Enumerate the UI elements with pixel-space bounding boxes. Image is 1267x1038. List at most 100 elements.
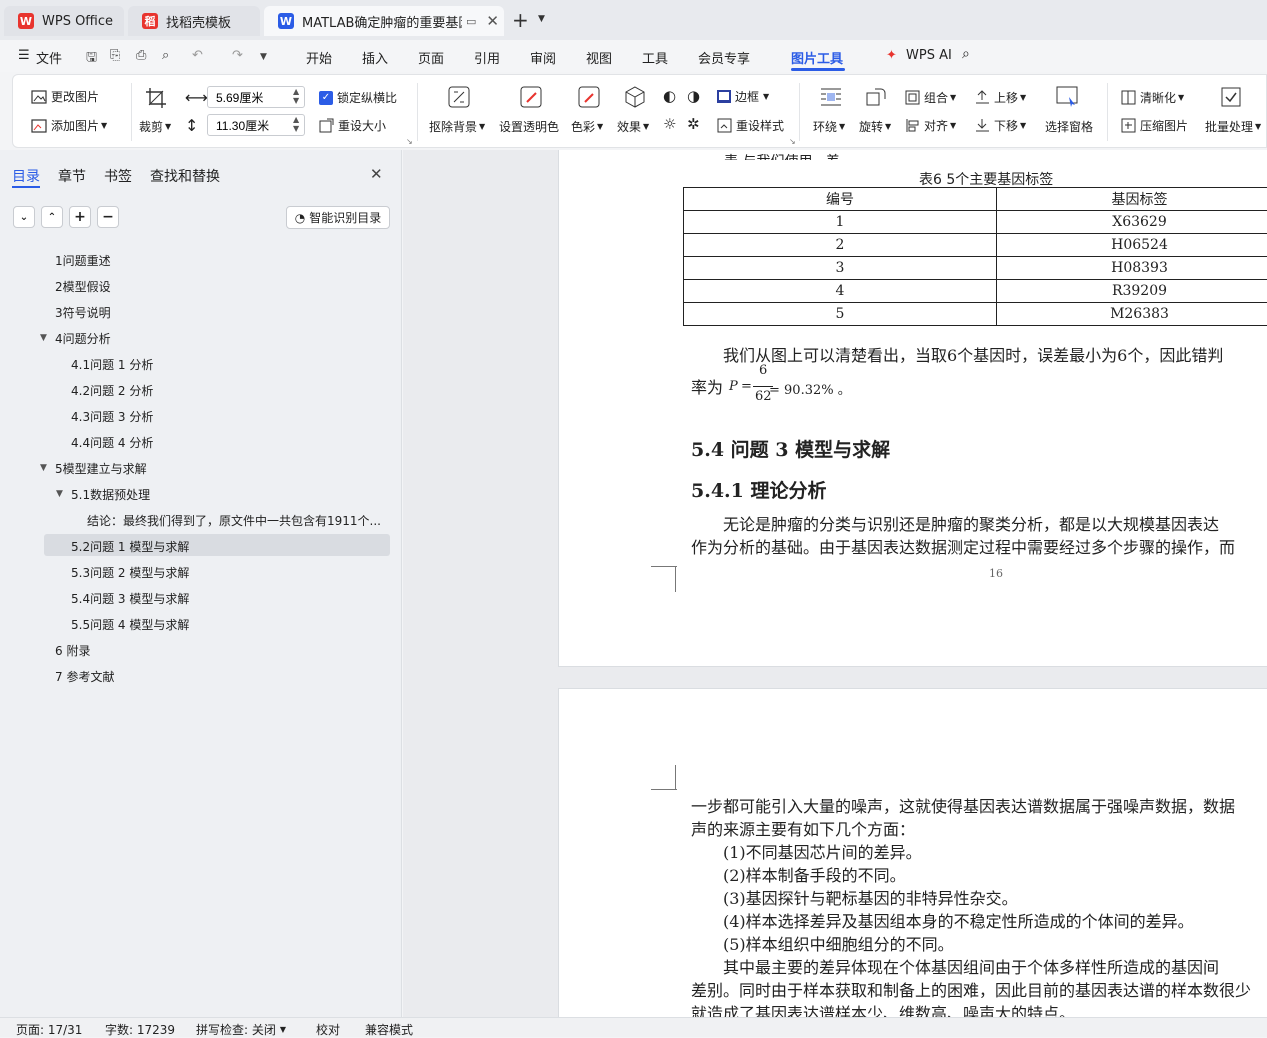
- wps-logo-icon: W: [18, 13, 34, 29]
- toc-item[interactable]: 4.1问题 1 分析: [71, 356, 153, 373]
- toc-item[interactable]: 结论：最终我们得到了，原文件中一共包含有1911个...: [87, 512, 385, 529]
- add-image-button[interactable]: 添加图片▼: [31, 117, 107, 134]
- body-text-line: 一步都可能引入大量的噪声，这就使得基因表达谱数据属于强噪声数据，数据: [691, 793, 1235, 817]
- toc-item[interactable]: 5.5问题 4 模型与求解: [71, 616, 189, 633]
- quick-access-chevron-icon[interactable]: ▼: [260, 52, 267, 62]
- reset-size-button[interactable]: 重设大小: [319, 117, 386, 134]
- effect-button[interactable]: 效果▼: [617, 118, 649, 135]
- menu-member[interactable]: 会员专享: [698, 48, 750, 67]
- height-icon: ↕: [185, 116, 198, 135]
- remove-bg-button[interactable]: 抠除背景▼: [429, 118, 485, 135]
- height-spinner-icon[interactable]: ▲▼: [293, 115, 299, 133]
- group-button[interactable]: 组合▼: [905, 89, 956, 106]
- contrast-icon[interactable]: ◑: [687, 87, 700, 105]
- menu-home[interactable]: 开始: [306, 48, 332, 67]
- toc-item[interactable]: 4问题分析: [55, 330, 111, 347]
- compress-button[interactable]: 压缩图片: [1121, 117, 1188, 134]
- reset-style-button[interactable]: 重设样式: [717, 117, 784, 134]
- toc-item[interactable]: 4.2问题 2 分析: [71, 382, 153, 399]
- width-input[interactable]: [207, 86, 305, 108]
- expanded-caret-icon[interactable]: ▼: [40, 333, 47, 343]
- tab-wps-office[interactable]: W WPS Office: [4, 6, 124, 36]
- toc-item[interactable]: 4.3问题 3 分析: [71, 408, 153, 425]
- bring-forward-button[interactable]: 上移▼: [975, 89, 1026, 106]
- close-pane-icon[interactable]: ✕: [370, 165, 383, 183]
- menu-review[interactable]: 审阅: [530, 48, 556, 67]
- smart-toc-button[interactable]: ◔ 智能识别目录: [286, 206, 390, 229]
- batch-icon: [1219, 85, 1247, 109]
- toc-item[interactable]: 5模型建立与求解: [55, 460, 147, 477]
- change-image-button[interactable]: 更改图片: [31, 88, 99, 105]
- print-icon[interactable]: ⎙: [136, 48, 146, 63]
- toc-item[interactable]: 5.4问题 3 模型与求解: [71, 590, 189, 607]
- remove-heading-button[interactable]: −: [97, 206, 119, 228]
- collapse-up-button[interactable]: ⌃: [41, 206, 63, 228]
- search-icon[interactable]: ⌕: [962, 46, 970, 62]
- set-transparent-button[interactable]: 设置透明色: [499, 118, 559, 135]
- toc-item-selected[interactable]: 5.2问题 1 模型与求解: [71, 538, 189, 555]
- crop-icon[interactable]: [145, 87, 171, 109]
- toc-item[interactable]: 1问题重述: [55, 252, 111, 269]
- page-indicator[interactable]: 页面: 17/31: [16, 1021, 82, 1038]
- brightness-up-icon[interactable]: ◐: [663, 87, 676, 105]
- width-spinner-icon[interactable]: ▲▼: [293, 87, 299, 105]
- menu-view[interactable]: 视图: [586, 48, 612, 67]
- send-backward-button[interactable]: 下移▼: [975, 117, 1026, 134]
- wrap-button[interactable]: 环绕▼: [813, 118, 845, 135]
- print-preview-icon[interactable]: ⌕: [162, 48, 169, 63]
- toc-item[interactable]: 4.4问题 4 分析: [71, 434, 153, 451]
- tab-current-document[interactable]: W MATLAB确定肿瘤的重要基因 ▭ ✕: [264, 6, 504, 36]
- sidebar-tab-bookmarks[interactable]: 书签: [104, 166, 132, 186]
- menu-references[interactable]: 引用: [474, 48, 500, 67]
- new-tab-icon[interactable]: +: [512, 8, 529, 32]
- proofread-button[interactable]: 校对: [316, 1021, 340, 1038]
- menu-picture-tools[interactable]: 图片工具: [791, 48, 843, 67]
- spell-check-toggle[interactable]: 拼写检查: 关闭▼: [196, 1021, 286, 1038]
- menu-tools[interactable]: 工具: [642, 48, 668, 67]
- menu-wps-ai[interactable]: WPS AI: [906, 48, 952, 63]
- toc-item[interactable]: 6 附录: [55, 642, 90, 659]
- selection-pane-button[interactable]: 选择窗格: [1045, 118, 1093, 135]
- height-input[interactable]: [207, 114, 305, 136]
- expanded-caret-icon[interactable]: ▼: [56, 489, 63, 499]
- expanded-caret-icon[interactable]: ▼: [40, 463, 47, 473]
- hamburger-icon[interactable]: ☰: [18, 48, 30, 63]
- tab-list-chevron-icon[interactable]: ▼: [538, 14, 545, 24]
- close-tab-icon[interactable]: ✕: [486, 12, 499, 30]
- toc-item[interactable]: 3符号说明: [55, 304, 111, 321]
- sidebar-tab-find-replace[interactable]: 查找和替换: [150, 166, 220, 186]
- contrast-down-icon[interactable]: ✲: [687, 115, 700, 133]
- sidebar-tab-toc[interactable]: 目录: [12, 166, 40, 186]
- dialog-launcher-icon[interactable]: ↘: [789, 137, 796, 146]
- document-canvas[interactable]: 表 与我们使用...差 表6 5个主要基因标签 编号 基因标签 1X63629 …: [403, 150, 1267, 1017]
- color-button[interactable]: 色彩▼: [571, 118, 603, 135]
- menu-insert[interactable]: 插入: [362, 48, 388, 67]
- export-pdf-icon[interactable]: ⎘: [110, 48, 120, 63]
- undo-icon[interactable]: ↶: [192, 48, 203, 63]
- menu-file[interactable]: 文件: [36, 48, 62, 67]
- table-row: 1X63629: [684, 211, 1267, 234]
- batch-button[interactable]: 批量处理▼: [1205, 118, 1261, 135]
- expand-down-button[interactable]: ⌄: [13, 206, 35, 228]
- toc-item[interactable]: 7 参考文献: [55, 668, 114, 685]
- rotate-button[interactable]: 旋转▼: [859, 118, 891, 135]
- sidebar-tab-sections[interactable]: 章节: [58, 166, 86, 186]
- toc-item[interactable]: 5.3问题 2 模型与求解: [71, 564, 189, 581]
- redo-icon[interactable]: ↷: [232, 48, 243, 63]
- save-icon[interactable]: 🖫: [86, 48, 97, 70]
- toc-item[interactable]: 2模型假设: [55, 278, 111, 295]
- color-icon: [577, 85, 605, 109]
- reset-style-icon: [717, 118, 732, 133]
- menu-layout[interactable]: 页面: [418, 48, 444, 67]
- dialog-launcher-icon[interactable]: ↘: [406, 137, 413, 146]
- sharpen-button[interactable]: 清晰化▼: [1121, 89, 1184, 106]
- add-heading-button[interactable]: +: [69, 206, 91, 228]
- lock-aspect-checkbox[interactable]: ✓ 锁定纵横比: [319, 89, 397, 106]
- toc-item[interactable]: 5.1数据预处理: [71, 486, 150, 503]
- border-button[interactable]: 边框▼: [717, 88, 769, 105]
- brightness-icon[interactable]: ☼: [663, 115, 676, 133]
- crop-button[interactable]: 裁剪▼: [139, 118, 171, 135]
- word-count[interactable]: 字数: 17239: [105, 1021, 175, 1038]
- align-button[interactable]: 对齐▼: [905, 117, 956, 134]
- tab-docer-templates[interactable]: 稻 找稻壳模板: [128, 6, 260, 36]
